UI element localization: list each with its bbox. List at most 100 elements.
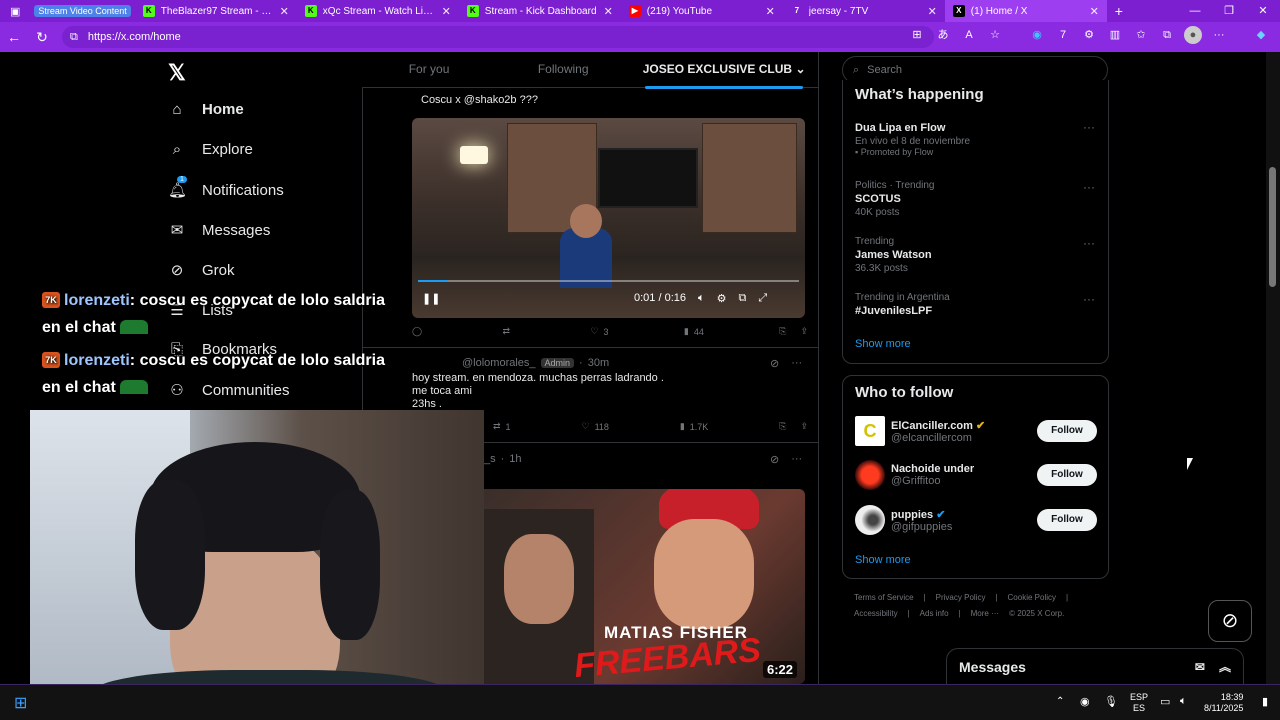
sidebar-item-grok[interactable]: ⊘ Grok [168, 261, 235, 280]
discord-icon[interactable]: ◉ [1080, 695, 1090, 708]
tab-for-you[interactable]: For you [362, 52, 496, 87]
settings-icon[interactable]: ⚙ [717, 292, 727, 305]
close-tab-icon[interactable]: ✕ [928, 5, 937, 18]
repost-button[interactable]: ⇄ 1 [493, 421, 511, 432]
show-more-link[interactable]: Show more [855, 338, 911, 350]
follow-button[interactable]: Follow [1037, 509, 1097, 531]
follow-button[interactable]: Follow [1037, 420, 1097, 442]
follow-suggestion[interactable]: Nachoide under @Griffitoo Follow [855, 459, 1097, 491]
new-tab-button[interactable]: + [1107, 0, 1137, 22]
tab-x-home[interactable]: X (1) Home / X ✕ [944, 0, 1107, 22]
close-tab-icon[interactable]: ✕ [280, 5, 289, 18]
privacy-link[interactable]: Privacy Policy [936, 593, 986, 602]
views-button[interactable]: ▮ 1.7K [680, 421, 708, 432]
like-button[interactable]: ♡ 118 [581, 421, 608, 432]
favorites-icon[interactable]: ✩ [1132, 26, 1150, 44]
notification-center-icon[interactable]: ▮ [1262, 695, 1268, 708]
read-aloud-icon[interactable]: A [960, 26, 978, 44]
7tv-extension-icon[interactable]: 7 [1054, 26, 1072, 44]
tray-overflow-icon[interactable]: ⌃ [1056, 696, 1064, 707]
trend-item[interactable]: Politics · Trending SCOTUS 40K posts ··· [855, 180, 1095, 218]
more-icon[interactable]: ··· [1083, 292, 1095, 306]
trend-item[interactable]: Trending James Watson 36.3K posts ··· [855, 236, 1095, 274]
minimize-icon[interactable]: — [1178, 0, 1212, 22]
close-tab-icon[interactable]: ✕ [604, 5, 613, 18]
trend-item[interactable]: Trending in Argentina #JuvenilesLPF ··· [855, 292, 1095, 319]
post-handle[interactable]: _s [484, 453, 496, 465]
collections-icon[interactable]: ⧉ [1158, 26, 1176, 44]
close-tab-icon[interactable]: ✕ [1090, 5, 1099, 18]
share-icon[interactable]: ⇪ [800, 421, 808, 432]
translate-icon[interactable]: あ [934, 26, 952, 44]
sidebar-item-messages[interactable]: ✉ Messages [168, 221, 271, 240]
tab-youtube[interactable]: ▶ (219) YouTube ✕ [621, 0, 783, 22]
more-icon[interactable]: ··· [1210, 26, 1228, 44]
close-icon[interactable]: ✕ [1246, 0, 1280, 22]
tab-group-label[interactable]: Stream Video Content [30, 0, 134, 22]
refresh-icon[interactable]: ↻ [28, 29, 56, 46]
views-button[interactable]: ▮ 44 [684, 326, 704, 337]
grok-analyze-icon[interactable]: ⊘ [770, 453, 779, 466]
share-icon[interactable]: ⇪ [800, 326, 808, 337]
app-icon[interactable]: ⊞ [908, 26, 926, 44]
bookmark-icon[interactable]: ⎘ [779, 326, 786, 337]
url-field[interactable]: ⧉ https://x.com/home [62, 26, 934, 48]
x-logo-icon[interactable]: 𝕏 [168, 60, 186, 86]
more-icon[interactable]: ··· [791, 357, 802, 370]
tab-xqc[interactable]: KxQc Stream - Watch Live on ✕ [297, 0, 459, 22]
cookie-link[interactable]: Cookie Policy [1008, 593, 1056, 602]
accessibility-link[interactable]: Accessibility [854, 609, 898, 618]
back-icon[interactable]: ← [0, 29, 28, 45]
trend-item[interactable]: Dua Lipa en Flow En vivo el 8 de noviemb… [855, 120, 1095, 157]
sidebar-item-notifications[interactable]: 🔔︎ 1 Notifications [168, 176, 284, 199]
terms-link[interactable]: Terms of Service [854, 593, 914, 602]
grok-analyze-icon[interactable]: ⊘ [770, 357, 779, 370]
tab-community[interactable]: JOSEO EXCLUSIVE CLUB ⌄ [630, 52, 818, 89]
new-message-icon[interactable]: ✉ [1195, 660, 1205, 674]
extensions-icon[interactable]: ⚙ [1080, 26, 1098, 44]
network-icon[interactable]: ▭ [1160, 695, 1170, 708]
fullscreen-icon[interactable]: ⤢ [758, 292, 767, 305]
close-tab-icon[interactable]: ✕ [766, 5, 775, 18]
more-icon[interactable]: ··· [1083, 120, 1095, 134]
windows-start-icon[interactable]: ⊞ [14, 693, 27, 713]
copilot-icon[interactable]: ◆ [1252, 26, 1270, 44]
more-icon[interactable]: ··· [1083, 180, 1095, 194]
messages-drawer[interactable]: Messages ✉ ︽ [946, 648, 1244, 684]
close-tab-icon[interactable]: ✕ [442, 5, 451, 18]
like-button[interactable]: ♡ 3 [590, 326, 608, 337]
maximize-icon[interactable]: ❐ [1212, 0, 1246, 22]
sidebar-item-home[interactable]: ⌂ Home [168, 101, 243, 118]
split-screen-icon[interactable]: ▥ [1106, 26, 1124, 44]
sidebar-item-explore[interactable]: ⌕ Explore [168, 141, 253, 158]
profile-avatar[interactable]: ● [1184, 26, 1202, 44]
tab-theblazer[interactable]: KTheBlazer97 Stream - Watch✕ [135, 0, 297, 22]
volume-icon[interactable]: 🔈︎ [1180, 695, 1187, 708]
video-progress-bar[interactable] [418, 280, 799, 282]
repost-button[interactable]: ⇄ [502, 326, 515, 337]
volume-icon[interactable]: 🔈︎ [698, 292, 705, 305]
microphone-icon[interactable]: 🎙︎ [1104, 695, 1118, 708]
tab-kick-dashboard[interactable]: K Stream - Kick Dashboard ✕ [459, 0, 621, 22]
expand-icon[interactable]: ︽ [1219, 658, 1231, 675]
more-link[interactable]: More ··· [971, 609, 999, 618]
site-info-icon[interactable]: ⧉ [70, 31, 78, 44]
bookmark-icon[interactable]: ⎘ [779, 421, 786, 432]
clock[interactable]: 18:39 8/11/2025 [1204, 692, 1243, 714]
show-more-link[interactable]: Show more [855, 554, 911, 566]
favorite-star-icon[interactable]: ☆ [986, 26, 1004, 44]
tab-group[interactable]: ▣ [0, 0, 30, 22]
tab-7tv[interactable]: 7 jeersay - 7TV ✕ [783, 0, 945, 22]
ads-info-link[interactable]: Ads info [920, 609, 949, 618]
post-handle[interactable]: @lolomorales_ [462, 357, 536, 369]
sidebar-toggle-icon[interactable]: ▣ [6, 4, 24, 19]
page-scrollbar[interactable] [1266, 52, 1280, 684]
tab-following[interactable]: Following [496, 52, 630, 87]
language-indicator[interactable]: ESP ES [1130, 692, 1148, 714]
more-icon[interactable]: ··· [791, 453, 802, 466]
pip-icon[interactable]: ⧉ [738, 292, 746, 305]
follow-suggestion[interactable]: puppies ✔ @gifpuppies Follow [855, 504, 1097, 536]
follow-button[interactable]: Follow [1037, 464, 1097, 486]
grok-floating-button[interactable]: ⊘ [1208, 600, 1252, 642]
more-icon[interactable]: ··· [1083, 236, 1095, 250]
